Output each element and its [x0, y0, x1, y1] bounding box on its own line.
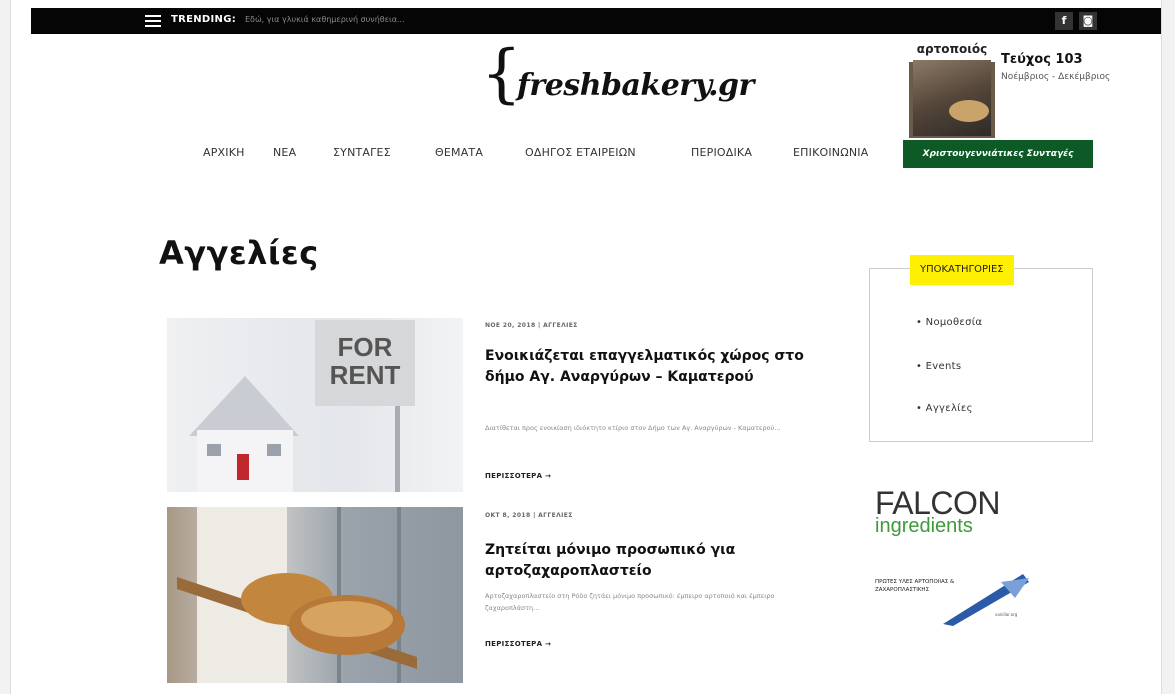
magazine-issue[interactable]: Τεύχος 103: [1001, 52, 1083, 67]
logo-brace: {: [481, 37, 522, 111]
post-excerpt: Διατίθεται προς ενοικίαση ιδιόκτητο κτίρ…: [485, 424, 781, 432]
post-title[interactable]: Ζητείται μόνιμο προσωπικό για αρτοζαχαρο…: [485, 540, 805, 582]
page-title: Αγγελίες: [159, 234, 319, 272]
menu-icon[interactable]: [145, 15, 161, 27]
main-nav: ΑΡΧΙΚΗ ΝΕΑ ΣΥΝΤΑΓΕΣ ΘΕΜΑΤΑ ΟΔΗΓΟΣ ΕΤΑΙΡΕ…: [11, 140, 1161, 168]
supplier-ad-graphic: [943, 574, 1029, 626]
trending-text[interactable]: Εδώ, για γλυκιά καθημερινή συνήθεια...: [245, 15, 405, 24]
read-more-link[interactable]: ΠΕΡΙΣΣΟΤΕΡΑ →: [485, 472, 551, 480]
nav-item-news[interactable]: ΝΕΑ: [273, 146, 296, 159]
subcategory-item[interactable]: • Νομοθεσία: [916, 317, 982, 328]
nav-item-christmas-recipes[interactable]: Χριστουγεννιάτικες Συνταγές: [903, 140, 1093, 168]
read-more-link[interactable]: ΠΕΡΙΣΣΟΤΕΡΑ →: [485, 640, 551, 648]
magazine-period: Νοέμβριος - Δεκέμβριος: [1001, 72, 1111, 82]
nav-item-magazines[interactable]: ΠΕΡΙΟΔΙΚΑ: [691, 146, 752, 159]
supplier-ad-url: vanillar.org: [995, 612, 1018, 617]
top-bar: TRENDING: Εδώ, για γλυκιά καθημερινή συν…: [31, 8, 1161, 34]
post-thumbnail[interactable]: FOR RENT: [167, 318, 463, 492]
supplier-ad[interactable]: ΠΡΩΤΕΣ ΥΛΕΣ ΑΡΤΟΠΟΙΙΑΣ & ΖΑΧΑΡΟΠΛΑΣΤΙΚΗΣ…: [873, 568, 1033, 628]
facebook-icon[interactable]: f: [1055, 12, 1073, 30]
instagram-icon[interactable]: ◙: [1079, 12, 1097, 30]
logo-text: freshbakery.gr: [517, 68, 754, 103]
sign-text-rent: RENT: [330, 360, 401, 390]
subcategory-item[interactable]: • Αγγελίες: [916, 403, 973, 414]
post-thumbnail[interactable]: [167, 507, 463, 683]
trending-label: TRENDING:: [171, 14, 237, 25]
falcon-ad[interactable]: FALCON ingredients: [875, 486, 1001, 536]
magazine-bread-image: [949, 100, 989, 122]
nav-item-home[interactable]: ΑΡΧΙΚΗ: [203, 146, 245, 159]
bread-image: [177, 507, 417, 683]
magazine-cover-title: αρτοποιός: [909, 40, 995, 62]
nav-item-company-guide[interactable]: ΟΔΗΓΟΣ ΕΤΑΙΡΕΙΩΝ: [525, 146, 636, 159]
nav-item-topics[interactable]: ΘΕΜΑΤΑ: [435, 146, 483, 159]
post-excerpt: Αρτοζαχαροπλαστείο στη Ρόδο ζητάει μόνιμ…: [485, 592, 775, 612]
page-container: TRENDING: Εδώ, για γλυκιά καθημερινή συν…: [10, 0, 1162, 694]
post-meta: ΟΚΤ 8, 2018 | ΑΓΓΕΛΙΕΣ: [485, 512, 573, 519]
nav-item-recipes[interactable]: ΣΥΝΤΑΓΕΣ: [333, 146, 391, 159]
subcategories-widget: ΥΠΟΚΑΤΗΓΟΡΙΕΣ • Νομοθεσία • Events • Αγγ…: [869, 255, 1093, 442]
nav-item-contact[interactable]: ΕΠΙΚΟΙΝΩΝΙΑ: [793, 146, 868, 159]
magazine-cover-image: [913, 60, 991, 136]
sign-text-for: FOR: [338, 332, 393, 362]
magazine-cover[interactable]: αρτοποιός: [909, 40, 995, 138]
subcategory-item[interactable]: • Events: [916, 361, 961, 372]
subcategories-heading: ΥΠΟΚΑΤΗΓΟΡΙΕΣ: [910, 255, 1014, 285]
post-title[interactable]: Ενοικιάζεται επαγγελματικός χώρος στο δή…: [485, 346, 805, 388]
for-rent-image: FOR RENT: [189, 320, 415, 492]
post-meta: ΝΟΕ 20, 2018 | ΑΓΓΕΛΙΕΣ: [485, 322, 578, 329]
